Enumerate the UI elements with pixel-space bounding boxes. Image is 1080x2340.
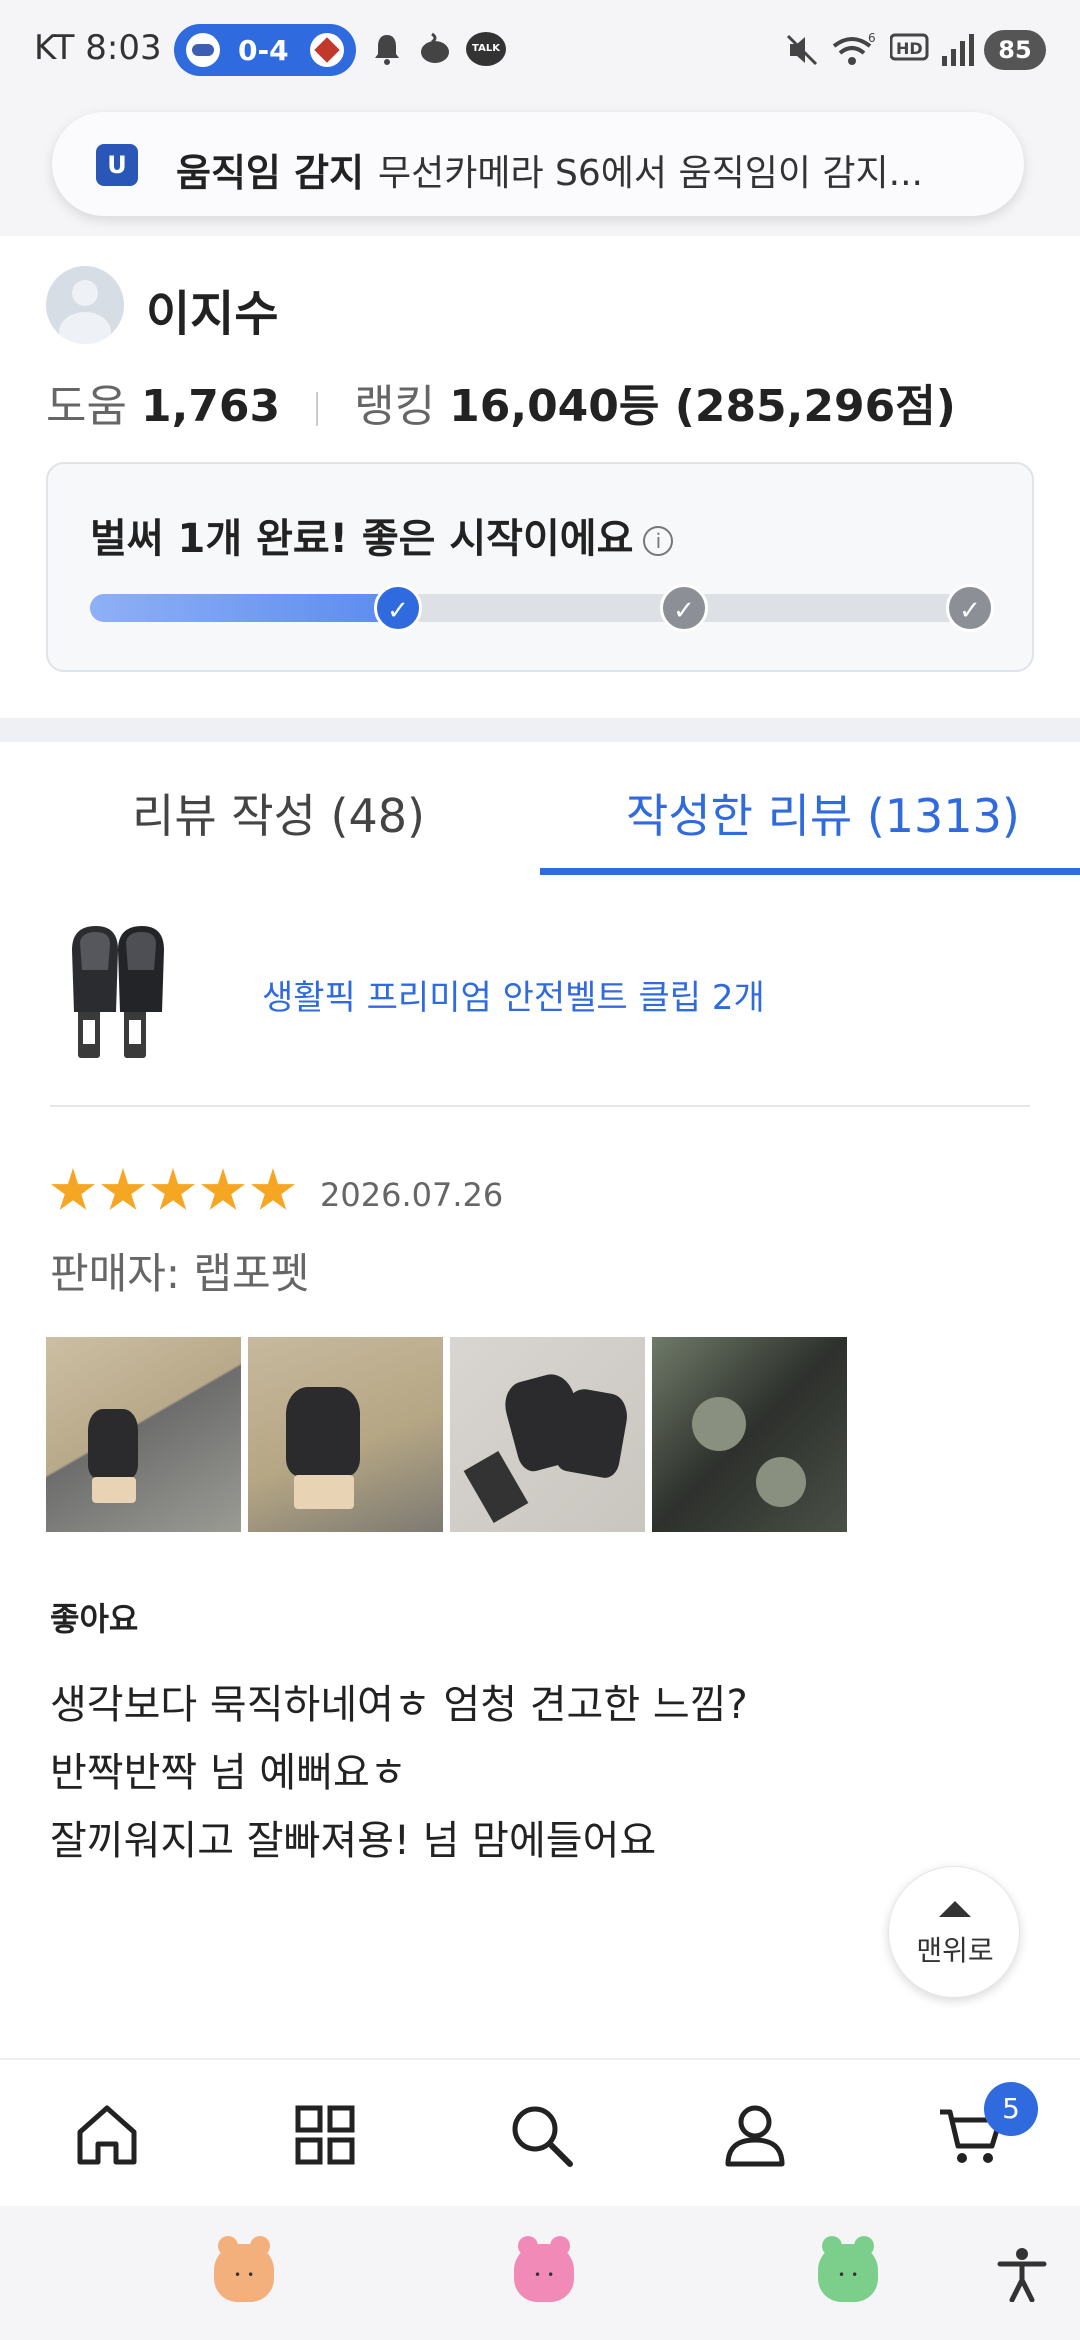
mute-icon — [786, 34, 818, 66]
motion-notification[interactable]: U 움직임 감지 무선카메라 S6에서 움직임이 감지... — [52, 112, 1024, 216]
tab-written-reviews[interactable]: 작성한 리뷰 (1313) — [626, 780, 1020, 846]
star-icon — [250, 1168, 296, 1210]
product-divider — [50, 1105, 1030, 1107]
progress-step-3-check-icon: ✓ — [946, 584, 994, 632]
progress-card: 벌써 1개 완료! 좋은 시작이에요 i ✓ ✓ ✓ — [46, 462, 1034, 672]
svg-text:HD: HD — [896, 39, 923, 58]
star-icon — [200, 1168, 246, 1210]
progress-step-1-check-icon: ✓ — [374, 584, 422, 632]
progress-title: 벌써 1개 완료! 좋은 시작이에요 i — [90, 506, 674, 564]
hd-icon: HD — [890, 33, 929, 61]
progress-fill — [90, 594, 396, 622]
review-photo-1[interactable] — [46, 1337, 241, 1532]
category-icon[interactable] — [290, 2100, 360, 2170]
review-photo-2[interactable] — [248, 1337, 443, 1532]
review-photo-3[interactable] — [450, 1337, 645, 1532]
review-line-2: 반짝반짝 넘 예뻐요ㅎ — [50, 1750, 407, 1796]
search-icon[interactable] — [506, 2100, 576, 2170]
section-divider — [0, 718, 1080, 742]
star-icon — [150, 1168, 196, 1210]
review-line-1: 생각보다 묵직하네여ㅎ 엄청 견고한 느낌? — [50, 1682, 748, 1728]
notification-area: U 움직임 감지 무선카메라 S6에서 움직임이 감지... — [0, 100, 1080, 236]
rank-label: 랭킹 — [354, 381, 436, 432]
review-line-3: 잘끼워지고 잘빠져용! 넘 맘에들어요 — [50, 1818, 657, 1864]
stats-divider — [316, 392, 319, 426]
signal-icon — [942, 34, 974, 66]
svg-text:6: 6 — [868, 32, 876, 45]
accessibility-icon[interactable] — [996, 2246, 1048, 2302]
bottom-nav — [0, 2058, 1080, 2206]
progress-track: ✓ ✓ ✓ — [90, 584, 994, 632]
product-image[interactable] — [66, 920, 196, 1065]
wifi-icon: 6 — [832, 32, 876, 65]
app-icon: U — [96, 144, 138, 186]
cart-count-badge: 5 — [984, 2082, 1038, 2136]
arrow-up-icon — [939, 1901, 971, 1917]
notification-body: 무선카메라 S6에서 움직임이 감지... — [378, 153, 923, 194]
cafe-icon — [421, 32, 449, 63]
product-name-link[interactable]: 생활픽 프리미엄 안전벨트 클립 2개 — [262, 970, 765, 1019]
score-badge: 0-4 — [174, 24, 356, 76]
help-value: 1,763 — [140, 381, 281, 432]
team-logo-icon — [310, 33, 344, 67]
battery-indicator: 85 — [984, 30, 1046, 70]
help-label: 도움 — [46, 381, 127, 432]
system-nav: •• •• •• — [0, 2206, 1080, 2340]
progress-step-2-check-icon: ✓ — [660, 584, 708, 632]
avatar[interactable] — [46, 266, 124, 344]
info-icon[interactable]: i — [643, 526, 674, 556]
rank-value: 16,040등 (285,296점) — [449, 381, 956, 432]
talk-icon: TALK — [466, 32, 506, 66]
notification-title: 움직임 감지 — [176, 151, 365, 195]
home-icon[interactable] — [72, 2100, 142, 2170]
bell-icon — [375, 35, 399, 65]
user-name: 이지수 — [146, 286, 279, 342]
star-icon — [50, 1168, 96, 1210]
seller-label: 판매자: 랩포펫 — [50, 1249, 310, 1298]
review-title: 좋아요 — [50, 1600, 139, 1638]
status-bar: KT 8:03 0-4 TALK 6 HD 85 — [0, 0, 1080, 100]
user-stats: 도움 1,763 랭킹 16,040등 (285,296점) — [46, 370, 956, 434]
team-logo-icon — [186, 33, 220, 67]
tab-write-review[interactable]: 리뷰 작성 (48) — [132, 780, 425, 846]
scroll-top-button[interactable]: 맨위로 — [888, 1866, 1020, 1998]
review-photo-4[interactable] — [652, 1337, 847, 1532]
progress-title-text: 벌써 1개 완료! 좋은 시작이에요 — [90, 516, 634, 562]
nav-character-orange-icon[interactable]: •• — [214, 2236, 274, 2302]
profile-icon[interactable] — [720, 2100, 790, 2170]
star-icon — [100, 1168, 146, 1210]
active-tab-indicator — [540, 868, 1080, 875]
nav-character-pink-icon[interactable]: •• — [514, 2236, 574, 2302]
score-text: 0-4 — [238, 34, 289, 67]
review-date: 2026.07.26 — [320, 1176, 504, 1214]
nav-character-green-icon[interactable]: •• — [818, 2236, 878, 2302]
scroll-top-label: 맨위로 — [916, 1934, 994, 1967]
carrier-time: KT 8:03 — [34, 28, 162, 68]
